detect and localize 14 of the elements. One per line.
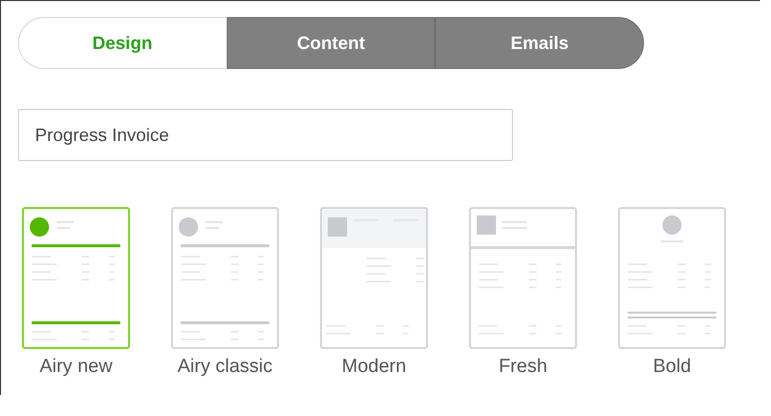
template-name-field[interactable]: Progress Invoice [18, 109, 513, 161]
template-name: Modern [342, 355, 406, 379]
template-name: Fresh [498, 355, 548, 379]
invoice-template-thumbnail[interactable] [171, 207, 279, 349]
invoice-template-thumbnail[interactable] [22, 207, 130, 349]
template-name: Bold [652, 355, 692, 379]
invoice-template-thumbnail[interactable] [320, 207, 428, 349]
template-name: Airy new [40, 355, 112, 379]
invoice-template-thumbnail[interactable] [618, 207, 726, 349]
tab[interactable]: Emails [435, 17, 644, 69]
tab[interactable]: Design [18, 17, 227, 69]
invoice-template-thumbnail[interactable] [469, 207, 577, 349]
tab[interactable]: Content [226, 17, 436, 69]
template-name: Airy classic [177, 355, 272, 379]
